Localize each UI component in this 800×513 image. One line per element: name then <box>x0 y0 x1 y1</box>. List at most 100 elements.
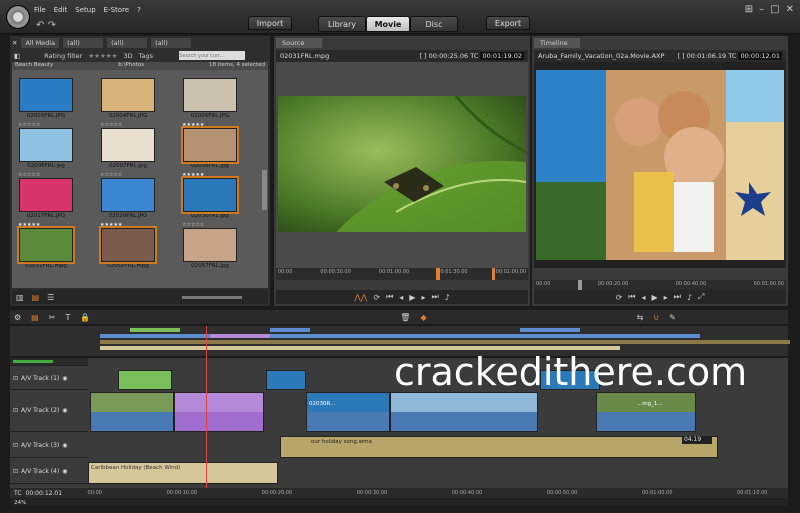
tab-movie[interactable]: Movie <box>366 16 410 32</box>
menu-estore[interactable]: E-Store <box>104 6 129 14</box>
undo-icon[interactable]: ↶ <box>36 20 44 31</box>
skip-back-icon[interactable]: ⏮ <box>628 292 635 302</box>
library-item[interactable]: ☆☆☆☆☆ 02057FRL.jpg <box>180 222 240 269</box>
timeline-playhead[interactable] <box>206 326 207 488</box>
item-thumbnail[interactable] <box>99 226 157 264</box>
search-input[interactable] <box>178 51 245 60</box>
library-item[interactable]: ★★★★★ 02008FRL.jpg <box>180 122 240 169</box>
track-lock-icon[interactable]: ⊡ <box>13 442 18 449</box>
crumb-3[interactable]: (all) <box>151 38 192 48</box>
close-icon[interactable]: ✕ <box>12 39 17 47</box>
track-lock-icon[interactable]: ⊡ <box>13 468 18 475</box>
tags-filter[interactable]: Tags <box>139 52 153 60</box>
item-thumbnail[interactable] <box>101 78 155 112</box>
tab-timeline[interactable]: Timeline <box>534 38 580 48</box>
import-button[interactable]: Import <box>248 16 292 30</box>
skip-forward-icon[interactable]: ⏭ <box>674 292 681 302</box>
library-item[interactable]: ☆☆☆☆☆ 02006FRL.jpg <box>16 122 76 169</box>
footer-timecode[interactable]: 00:00:12.01 <box>26 490 88 497</box>
menu-edit[interactable]: Edit <box>54 6 68 14</box>
zoom-level[interactable]: 24% <box>14 500 26 506</box>
wrench-icon[interactable]: ✎ <box>669 313 676 322</box>
play-icon[interactable]: ▶ <box>652 293 658 302</box>
loop-icon[interactable]: ⟳ <box>616 293 623 302</box>
play-icon[interactable]: ▶ <box>409 293 415 302</box>
eye-icon[interactable]: ◉ <box>62 468 67 475</box>
step-forward-icon[interactable]: ▸ <box>664 293 668 302</box>
menu-file[interactable]: File <box>34 6 46 14</box>
library-item[interactable]: 02003FRL.JPG <box>16 72 76 119</box>
magnet-icon[interactable]: ∪ <box>653 313 659 322</box>
grid-view-icon[interactable]: ▥ <box>16 293 24 302</box>
timeline-ruler-footer[interactable]: TC 00:00:12.01 00:00 00:00:10.00 00:00:20.… <box>10 488 788 498</box>
zoom-slider[interactable] <box>182 295 243 299</box>
item-thumbnail[interactable] <box>101 178 155 212</box>
item-thumbnail[interactable] <box>181 176 239 214</box>
menu-icon[interactable]: ☰ <box>47 293 54 302</box>
mark-in-icon[interactable]: ⋀⋀ <box>354 293 367 302</box>
source-mark-out[interactable] <box>492 268 495 280</box>
item-thumbnail[interactable] <box>17 226 75 264</box>
item-thumbnail[interactable] <box>183 228 237 262</box>
trash-icon[interactable]: 🗑 <box>400 313 410 322</box>
menu-help[interactable]: ? <box>137 6 141 14</box>
toolbar-menu-icon[interactable]: ▤ <box>31 313 39 322</box>
timeline-scrollbar[interactable]: 24% <box>10 498 788 506</box>
minimize-icon[interactable]: – <box>759 4 764 15</box>
item-thumbnail[interactable] <box>19 78 73 112</box>
settings-icon[interactable]: ⚙ <box>14 313 21 322</box>
library-item[interactable]: ☆☆☆☆☆ 02017FRL.JPG <box>16 172 76 219</box>
crumb-1[interactable]: (all) <box>63 38 104 48</box>
item-thumbnail[interactable] <box>181 126 239 164</box>
track-head-3[interactable]: ⊡ A/V Track (3) ◉ <box>10 434 88 458</box>
tab-disc[interactable]: Disc <box>410 16 458 32</box>
library-item[interactable]: ★★★★★ 02031FRL.mpg <box>16 222 76 269</box>
item-thumbnail[interactable] <box>101 128 155 162</box>
library-item[interactable]: ☆☆☆☆☆ 02029FRL.JPG <box>98 172 158 219</box>
eye-icon[interactable]: ◉ <box>62 442 67 449</box>
clip-track2-d[interactable] <box>390 392 538 432</box>
razor-icon[interactable]: ✂ <box>49 313 56 322</box>
source-timecode[interactable]: 00:01:19.02 <box>480 52 524 60</box>
eye-icon[interactable]: ◉ <box>62 407 67 414</box>
all-media-tab[interactable]: All Media <box>21 38 60 48</box>
source-playhead[interactable] <box>436 268 440 280</box>
menu-setup[interactable]: Setup <box>75 6 95 14</box>
item-thumbnail[interactable] <box>19 128 73 162</box>
source-ruler[interactable]: 00:00 00:00:30.00 00:01:00.00 00:01:30.00 00… <box>276 268 528 280</box>
step-forward-icon[interactable]: ▸ <box>421 293 425 302</box>
marker-icon[interactable]: ◆ <box>420 313 426 322</box>
snap-icon[interactable]: ⇆ <box>637 313 644 322</box>
item-thumbnail[interactable] <box>183 78 237 112</box>
loop-icon[interactable]: ⟳ <box>373 293 380 302</box>
clip-track2-a[interactable] <box>90 392 174 432</box>
maximize-icon[interactable]: □ <box>770 4 779 15</box>
tab-source[interactable]: Source <box>276 38 322 48</box>
close-icon[interactable]: ✕ <box>786 4 794 15</box>
clip-track2-e[interactable]: ...mg_1... <box>596 392 696 432</box>
volume-icon[interactable]: ♪ <box>687 293 692 302</box>
view-icon[interactable]: ◧ <box>14 52 20 60</box>
title-icon[interactable]: T <box>65 313 70 322</box>
track-head-1[interactable]: ⊡ A/V Track (1) ◉ <box>10 368 88 390</box>
project-timecode[interactable]: 00:00:12.01 <box>738 52 782 60</box>
clip-track1-b[interactable] <box>266 370 306 390</box>
library-item[interactable]: ☆☆☆☆☆ 02007FRL.jpg <box>98 122 158 169</box>
filter-3d[interactable]: 3D <box>123 52 132 60</box>
track-lock-icon[interactable]: ⊡ <box>13 375 18 382</box>
step-back-icon[interactable]: ◂ <box>399 293 403 302</box>
clip-track4-audio[interactable]: Caribbean Holiday (Beach Wind) <box>88 462 278 484</box>
library-item[interactable]: 02005FRL.JPG <box>180 72 240 119</box>
skip-back-icon[interactable]: ⏮ <box>386 292 393 302</box>
library-item[interactable]: ★★★★★ 02030FRL.jpg <box>180 172 240 219</box>
track-lock-icon[interactable]: ⊡ <box>13 407 18 414</box>
lock-icon[interactable]: 🔒 <box>80 313 90 322</box>
library-item[interactable]: 02004FRL.JPG <box>98 72 158 119</box>
track-head-4[interactable]: ⊡ A/V Track (4) ◉ <box>10 460 88 484</box>
export-button[interactable]: Export <box>486 16 530 30</box>
fullscreen-icon[interactable]: ⤢ <box>698 292 704 302</box>
volume-icon[interactable]: ♪ <box>445 293 450 302</box>
tab-library[interactable]: Library <box>318 16 366 32</box>
list-view-icon[interactable]: ▤ <box>32 293 40 302</box>
redo-icon[interactable]: ↷ <box>48 20 56 31</box>
